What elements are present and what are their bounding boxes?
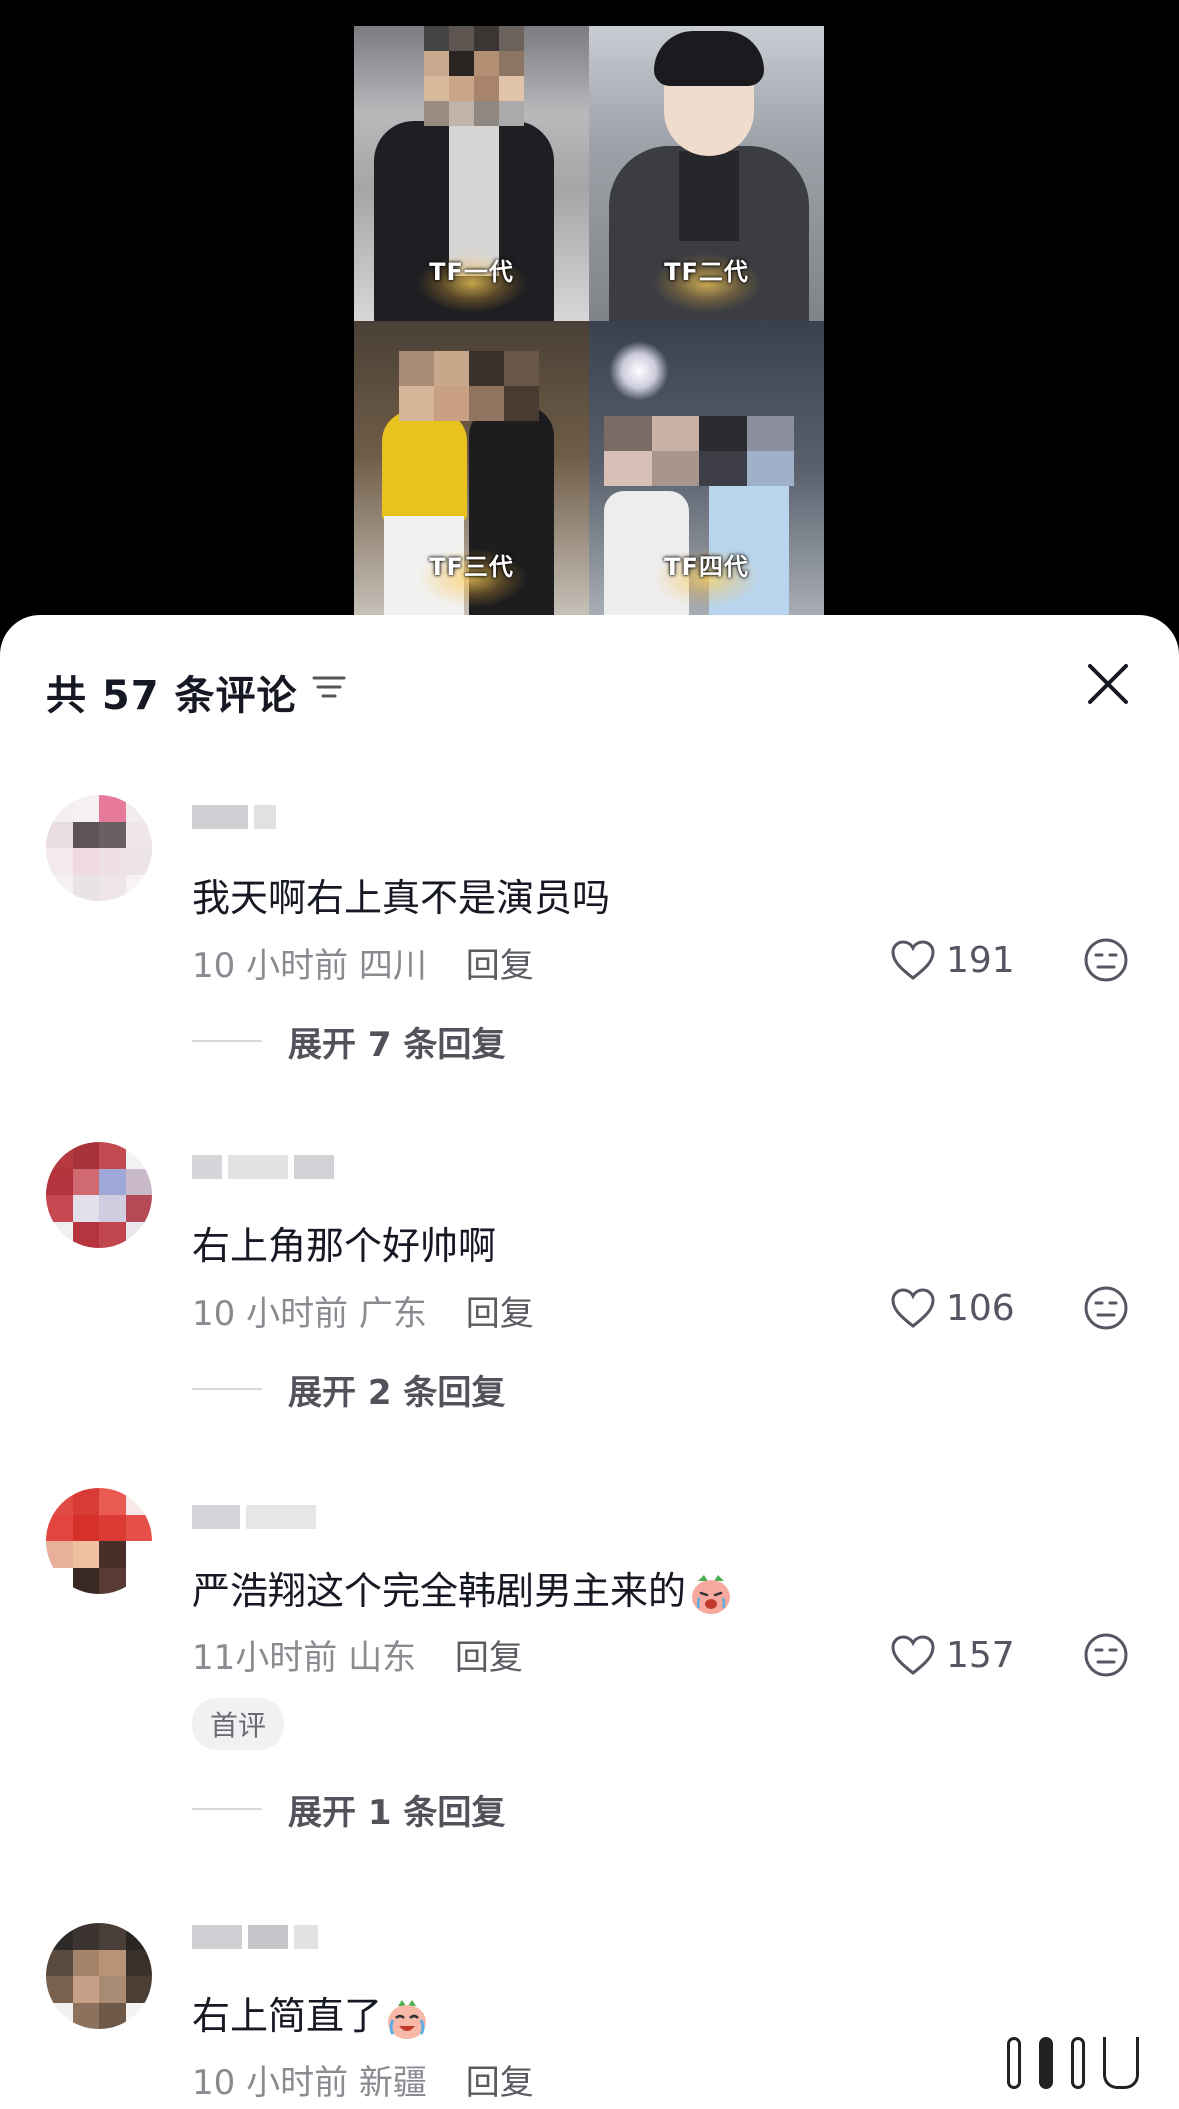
comment-time: 10 小时前 (192, 946, 349, 986)
bar-solid (1039, 2037, 1053, 2089)
first-comment-badge: 首评 (192, 1698, 285, 1750)
expand-replies-button[interactable]: 展开 7 条回复 (192, 1021, 505, 1065)
like-count: 157 (946, 1634, 1015, 1676)
like-button[interactable]: 157 (890, 1630, 1015, 1680)
dislike-face-icon[interactable] (1083, 937, 1129, 983)
reply-button[interactable]: 回复 (466, 1294, 534, 1334)
avatar-pixels (46, 1923, 152, 2029)
video-collage: TF一代 TF二代 TF三代 TF四代 (354, 26, 824, 616)
bar-outline (1007, 2037, 1021, 2089)
crying-face-emoji-icon (692, 1574, 731, 1614)
watermark-bars (1007, 2037, 1139, 2089)
heart-icon (891, 1635, 935, 1675)
video-player[interactable]: TF一代 TF二代 TF三代 TF四代 (0, 0, 1179, 640)
expand-replies-button[interactable]: 展开 2 条回复 (192, 1369, 505, 1413)
expand-replies-label: 展开 1 条回复 (288, 1792, 506, 1833)
like-button[interactable]: 106 (890, 1283, 1015, 1333)
username-blurred[interactable] (192, 1505, 322, 1537)
expand-replies-label: 展开 7 条回复 (288, 1024, 506, 1065)
like-count: 106 (946, 1287, 1015, 1329)
comment-time: 11小时前 (192, 1638, 338, 1678)
collage-tile-1: TF一代 (354, 26, 589, 321)
expand-replies-button[interactable]: 展开 1 条回复 (192, 1789, 505, 1833)
yellow-hoodie (382, 411, 467, 521)
tile-label: TF二代 (664, 258, 749, 286)
sheet-header: 共 57 条评论 (0, 615, 1179, 755)
divider-line (192, 1388, 262, 1390)
comments-sheet: 共 57 条评论 我天啊右上真不是演员吗 10 小时前 四川 回复 191 展开… (0, 615, 1179, 2109)
firework (609, 341, 669, 401)
reply-button[interactable]: 回复 (466, 2063, 534, 2103)
comment-count-title: 共 57 条评论 (46, 673, 298, 719)
avatar[interactable] (46, 795, 152, 901)
like-count: 191 (946, 939, 1015, 981)
avatar-pixels (46, 795, 152, 901)
username-blurred[interactable] (192, 1155, 340, 1187)
avatar-pixels (46, 1142, 152, 1248)
tile-label: TF一代 (429, 258, 514, 286)
heart-icon (891, 940, 935, 980)
sweater (679, 151, 739, 241)
comment-meta: 10 小时前 四川 回复 (192, 938, 534, 987)
comment-meta: 11小时前 山东 回复 (192, 1630, 523, 1679)
laughing-crying-emoji-icon (388, 1999, 427, 2039)
reply-button[interactable]: 回复 (466, 946, 534, 986)
avatar[interactable] (46, 1923, 152, 2029)
avatar[interactable] (46, 1142, 152, 1248)
comment-location: 四川 (358, 946, 427, 986)
bar-outline (1071, 2037, 1085, 2089)
comment-meta: 10 小时前 广东 回复 (192, 1286, 534, 1335)
heart-icon (891, 1288, 935, 1328)
collage-tile-2: TF二代 (589, 26, 824, 321)
expand-replies-label: 展开 2 条回复 (288, 1372, 506, 1413)
blurred-face (424, 26, 524, 126)
dislike-face-icon[interactable] (1083, 1632, 1129, 1678)
dislike-face-icon[interactable] (1083, 1285, 1129, 1331)
comment-meta: 10 小时前 新疆 回复 (192, 2055, 534, 2104)
username-blurred[interactable] (192, 805, 282, 837)
comment-location: 新疆 (358, 2063, 427, 2103)
comment-text: 右上简直了 (192, 1985, 430, 2042)
divider-line (192, 1808, 262, 1810)
comment-text-content: 严浩翔这个完全韩剧男主来的 (192, 1569, 687, 1613)
username-blurred[interactable] (192, 1925, 324, 1957)
divider-line (192, 1040, 262, 1042)
close-icon[interactable] (1084, 660, 1132, 708)
like-button[interactable]: 191 (890, 935, 1015, 985)
avatar-pixels (46, 1488, 152, 1594)
comment-text-content: 右上简直了 (192, 1994, 383, 2038)
reply-button[interactable]: 回复 (455, 1638, 523, 1678)
comment-text: 我天啊右上真不是演员吗 (192, 876, 611, 920)
comment-location: 广东 (358, 1294, 427, 1334)
avatar[interactable] (46, 1488, 152, 1594)
comment-time: 10 小时前 (192, 1294, 349, 1334)
tile-label: TF三代 (429, 553, 514, 581)
comment-text: 右上角那个好帅啊 (192, 1224, 497, 1268)
blurred-faces (604, 416, 794, 486)
collage-tile-4: TF四代 (589, 321, 824, 616)
hair (654, 31, 764, 86)
blurred-faces (399, 351, 539, 421)
comment-text: 严浩翔这个完全韩剧男主来的 (192, 1560, 734, 1617)
comment-time: 10 小时前 (192, 2063, 349, 2103)
comment-location: 山东 (348, 1638, 417, 1678)
tile-label: TF四代 (664, 553, 749, 581)
sort-filter-icon[interactable] (312, 672, 346, 702)
collage-tile-3: TF三代 (354, 321, 589, 616)
bar-u-shape (1103, 2037, 1139, 2089)
